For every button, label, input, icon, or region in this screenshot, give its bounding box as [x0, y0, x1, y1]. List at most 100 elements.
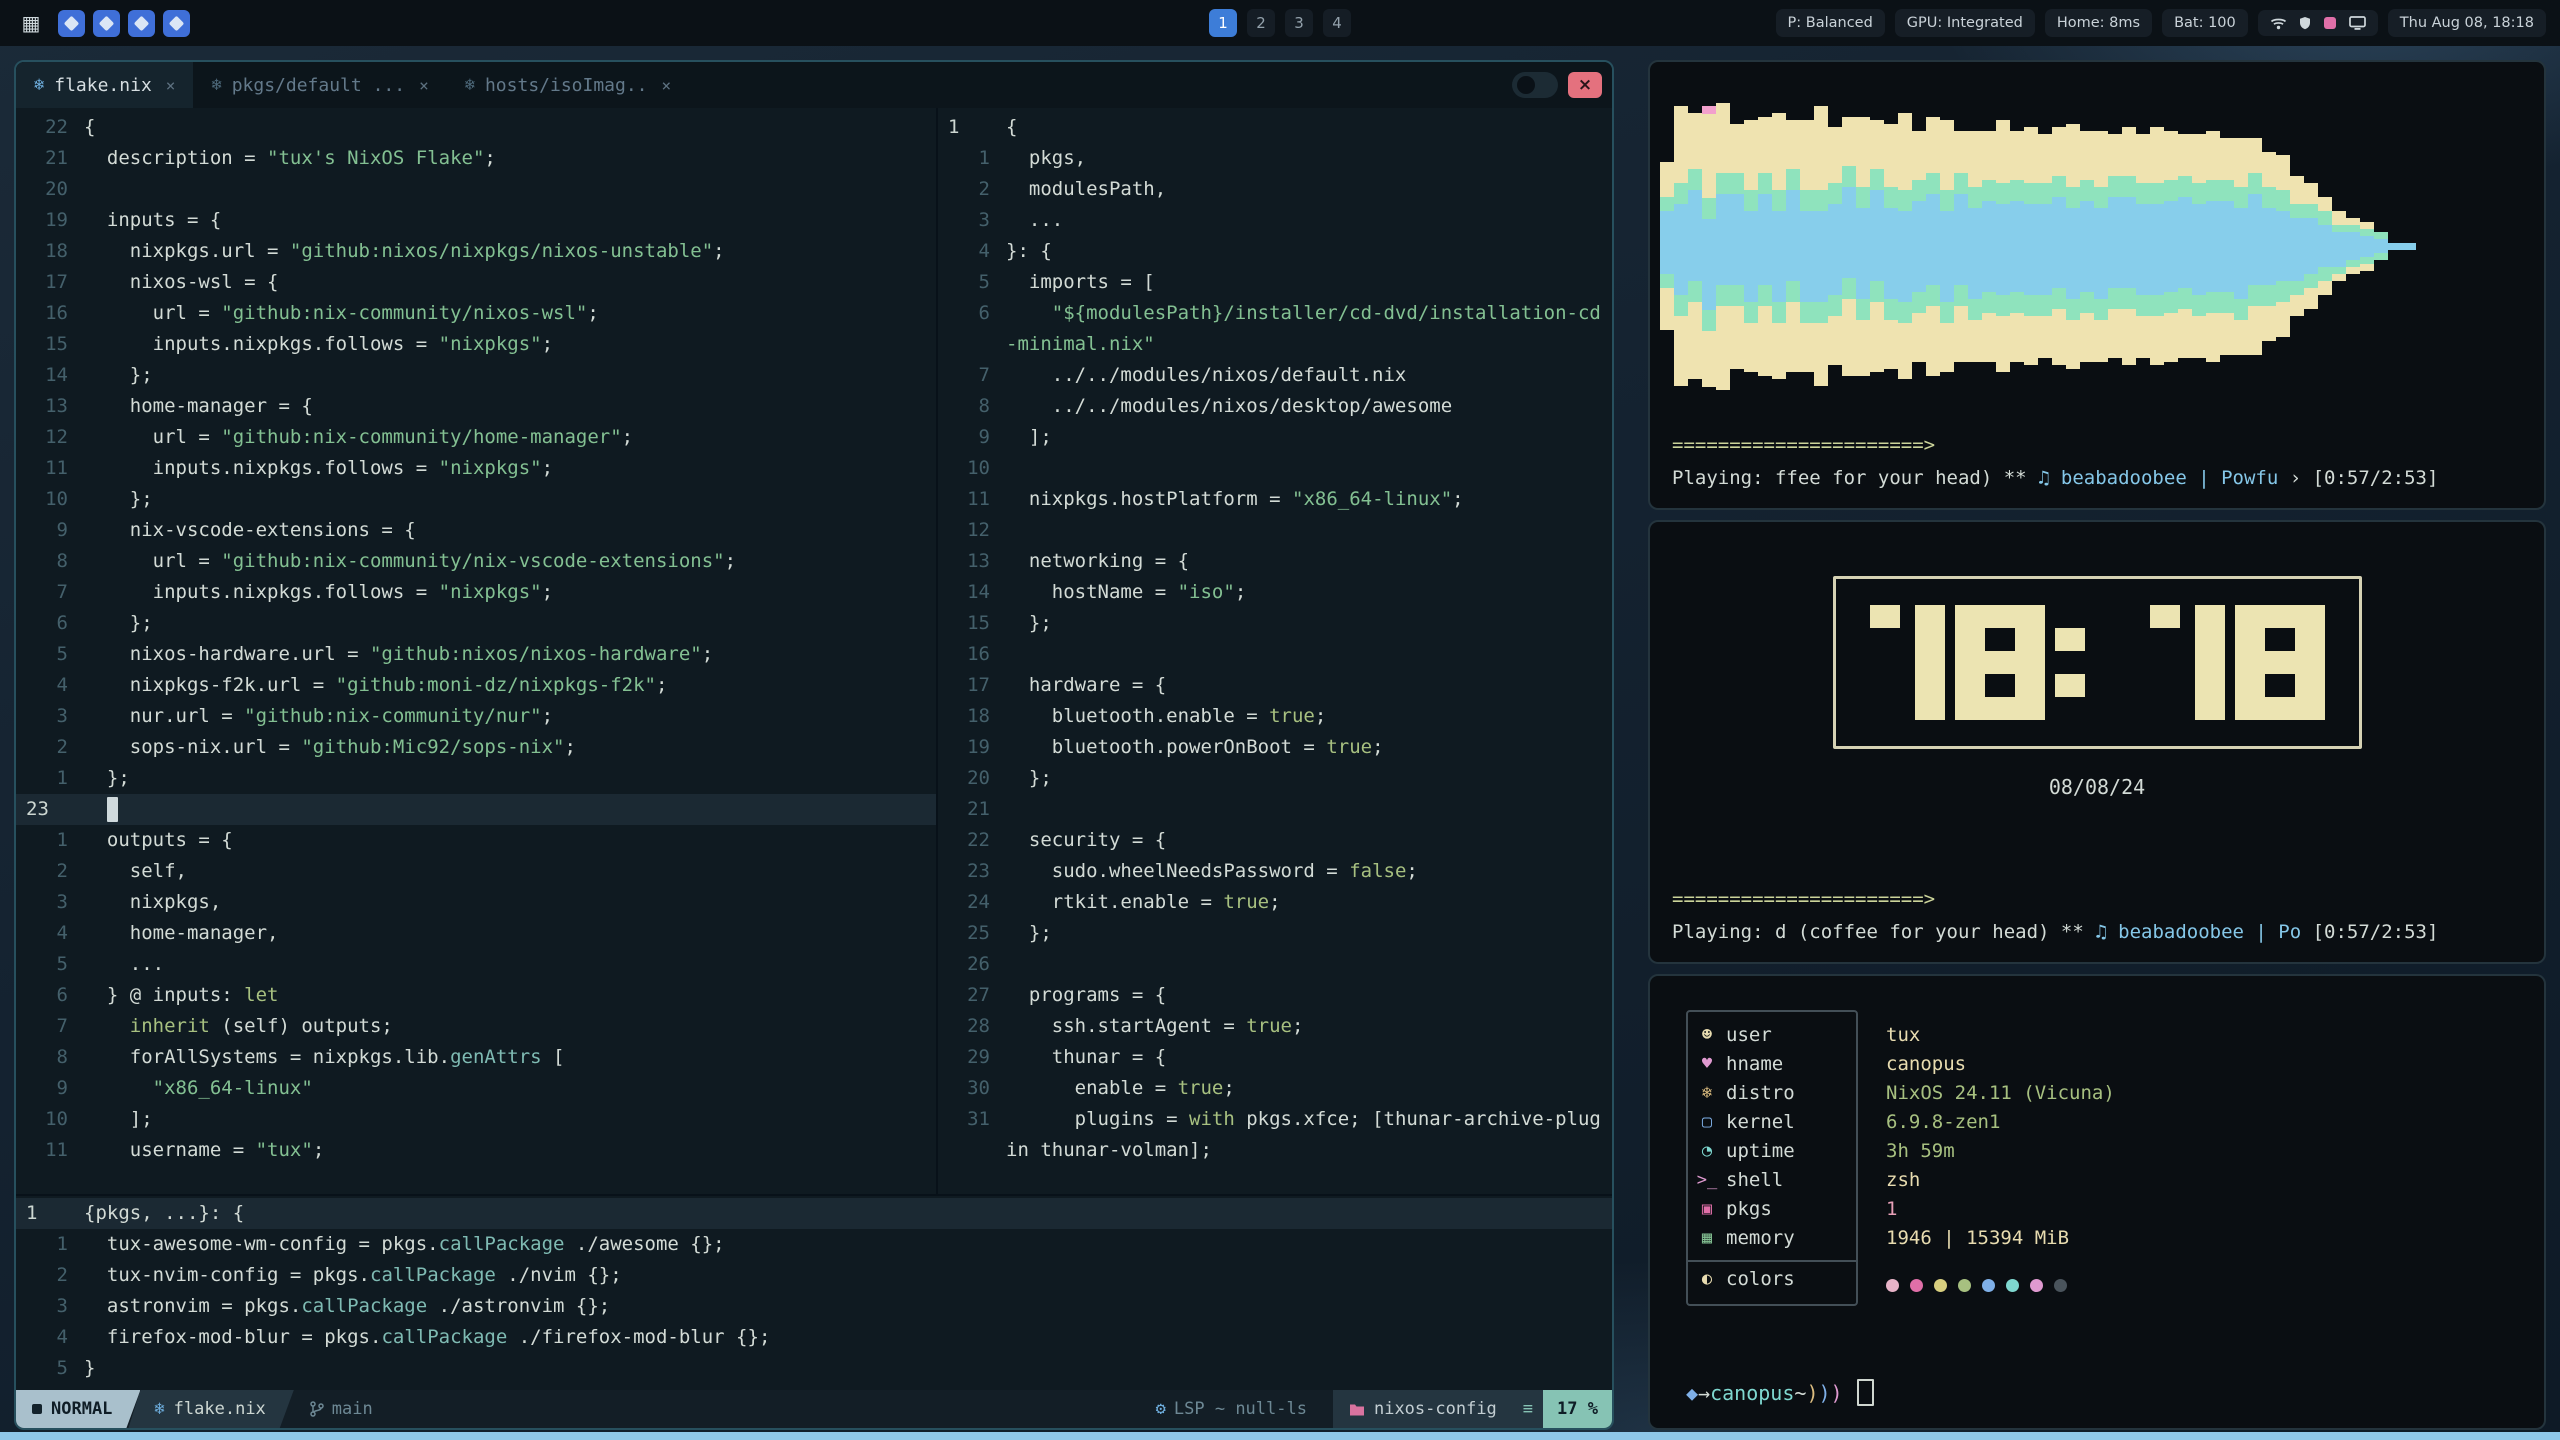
code-text: [84, 174, 936, 205]
code-text: ];: [1006, 422, 1612, 453]
code-text: pkgs,: [1006, 143, 1612, 174]
line-number: 2: [16, 856, 84, 887]
code-line: 4}: {: [938, 236, 1612, 267]
code-line: 6 "${modulesPath}/installer/cd-dvd/insta…: [938, 298, 1612, 360]
separator-line: ======================>: [1672, 432, 2522, 459]
wave-column: [1730, 78, 1744, 414]
code-text: };: [1006, 763, 1612, 794]
fetch-label: kernel: [1726, 1111, 1795, 1133]
clock-digit: [2150, 605, 2225, 720]
line-number: 12: [938, 515, 1006, 546]
fetch-label: user: [1726, 1024, 1772, 1046]
fetch-value-hostname: canopus: [1886, 1049, 2115, 1078]
distro-icon: ❄: [1688, 1083, 1726, 1103]
text-cursor: [107, 797, 118, 822]
clock-digit: [1870, 605, 1945, 720]
code-text: "x86_64-linux": [84, 1073, 936, 1104]
code-line: 4 firefox-mod-blur = pkgs.callPackage ./…: [16, 1322, 1612, 1353]
tab-close-icon[interactable]: ×: [662, 76, 672, 95]
taskbar-app-icon[interactable]: [128, 10, 155, 37]
code-line: 30 enable = true;: [938, 1073, 1612, 1104]
code-text: };: [84, 763, 936, 794]
line-number: 30: [938, 1073, 1006, 1104]
line-number: 12: [16, 422, 84, 453]
git-branch: main: [294, 1390, 389, 1428]
uptime-icon: ◔: [1688, 1141, 1726, 1161]
code-line: 9 nix-vscode-extensions = {: [16, 515, 936, 546]
clock-window: 08/08/24 ======================> Playing…: [1648, 520, 2546, 964]
code-line: 1 pkgs,: [938, 143, 1612, 174]
code-text: hostName = "iso";: [1006, 577, 1612, 608]
line-number: 6: [16, 980, 84, 1011]
wave-column: [1842, 78, 1856, 414]
tab-flake.nix[interactable]: ❄flake.nix×: [16, 62, 193, 108]
code-line: 3 astronvim = pkgs.callPackage ./astronv…: [16, 1291, 1612, 1322]
text-segment: [0:57/2:53]: [2313, 467, 2439, 489]
pane-left[interactable]: 22{21 description = "tux's NixOS Flake";…: [16, 108, 936, 1194]
monitor-icon[interactable]: [2349, 16, 2366, 30]
wave-column: [1996, 78, 2010, 414]
code-line: 7 ../../modules/nixos/default.nix: [938, 360, 1612, 391]
tab-close-icon[interactable]: ×: [419, 76, 429, 95]
code-text: {pkgs, ...}: {: [84, 1198, 1612, 1229]
wave-column: [1674, 78, 1688, 414]
code-line: 26: [938, 949, 1612, 980]
fetch-label: colors: [1726, 1268, 1795, 1290]
line-number: 22: [938, 825, 1006, 856]
taskbar-app-icon[interactable]: [58, 10, 85, 37]
pane-bottom[interactable]: 1{pkgs, ...}: {1 tux-awesome-wm-config =…: [16, 1196, 1612, 1390]
taskbar-app-icon[interactable]: [93, 10, 120, 37]
code-line: 1{: [938, 112, 1612, 143]
workspace-button-1[interactable]: 1: [1209, 9, 1237, 37]
window-close-button[interactable]: ×: [1568, 72, 1602, 98]
fetch-row-kernel: ▢kernel: [1688, 1107, 1856, 1136]
visualizer-window: ======================> Playing: ffee fo…: [1648, 60, 2546, 510]
pane-right[interactable]: 1{1 pkgs,2 modulesPath,3 ...4}: {5 impor…: [938, 108, 1612, 1194]
wave-column: [2024, 78, 2038, 414]
line-number: 1: [16, 763, 84, 794]
code-line: 21: [938, 794, 1612, 825]
code-text: }: [84, 1353, 1612, 1384]
wave-column: [1856, 78, 1870, 414]
fetch-row-memory: ▦memory: [1688, 1223, 1856, 1252]
taskbar-app-icon[interactable]: [163, 10, 190, 37]
theme-toggle[interactable]: [1512, 72, 1558, 98]
workspace-button-2[interactable]: 2: [1247, 9, 1275, 37]
tab-hosts-isoImag..[interactable]: ❄hosts/isoImag..×: [447, 62, 689, 108]
wallpaper-strip: [0, 1432, 2560, 1440]
wave-column: [1898, 78, 1912, 414]
line-number: 8: [16, 1042, 84, 1073]
wave-column: [2206, 78, 2220, 414]
wave-column: [2066, 78, 2080, 414]
code-text: } @ inputs: let: [84, 980, 936, 1011]
wifi-icon[interactable]: [2270, 17, 2287, 30]
code-text: ...: [84, 949, 936, 980]
code-line: 17 nixos-wsl = {: [16, 267, 936, 298]
swatch-icon[interactable]: [2323, 16, 2337, 30]
code-text: home-manager,: [84, 918, 936, 949]
line-number: 1: [938, 143, 1006, 174]
workspace-button-4[interactable]: 4: [1323, 9, 1351, 37]
line-number: 24: [938, 887, 1006, 918]
line-number: 27: [938, 980, 1006, 1011]
shield-icon[interactable]: [2299, 16, 2311, 30]
shell-prompt[interactable]: ◆ → canopus ~ ))): [1686, 1379, 1874, 1406]
code-line: 20 };: [938, 763, 1612, 794]
launcher-grid-icon[interactable]: ▦: [14, 11, 48, 35]
code-text: home-manager = {: [84, 391, 936, 422]
code-text: ../../modules/nixos/desktop/awesome: [1006, 391, 1612, 422]
hostname-icon: ♥: [1688, 1054, 1726, 1074]
wave-column: [2262, 78, 2276, 414]
tab-pkgs-default-...[interactable]: ❄pkgs/default ...×: [193, 62, 446, 108]
code-line: 4 nixpkgs-f2k.url = "github:moni-dz/nixp…: [16, 670, 936, 701]
workspace-button-3[interactable]: 3: [1285, 9, 1313, 37]
text-segment: ♫ beabadoobee | Powfu: [2038, 467, 2278, 489]
tab-close-icon[interactable]: ×: [166, 76, 176, 95]
wave-column: [1912, 78, 1926, 414]
wave-column: [1926, 78, 1940, 414]
code-text: astronvim = pkgs.callPackage ./astronvim…: [84, 1291, 1612, 1322]
code-line: 8 url = "github:nix-community/nix-vscode…: [16, 546, 936, 577]
code-text: bluetooth.enable = true;: [1006, 701, 1612, 732]
code-line: 2 tux-nvim-config = pkgs.callPackage ./n…: [16, 1260, 1612, 1291]
line-number: 7: [16, 1011, 84, 1042]
